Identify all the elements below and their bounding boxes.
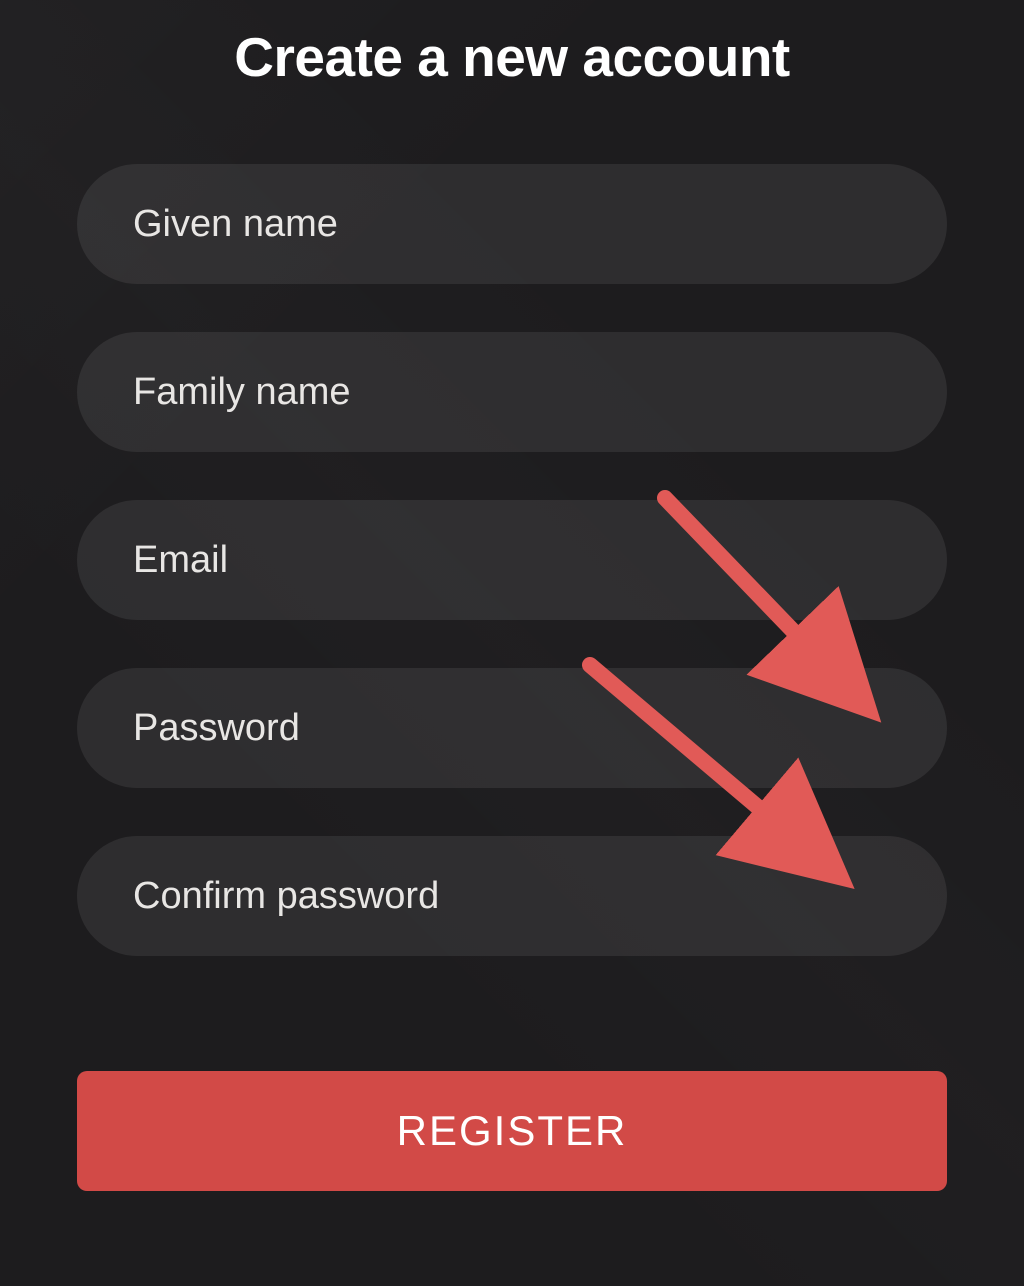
- password-input[interactable]: [77, 668, 947, 788]
- page-title: Create a new account: [234, 25, 789, 89]
- confirm-password-input[interactable]: [77, 836, 947, 956]
- given-name-input[interactable]: [77, 164, 947, 284]
- registration-form: [77, 164, 947, 956]
- register-button[interactable]: REGISTER: [77, 1071, 947, 1191]
- family-name-input[interactable]: [77, 332, 947, 452]
- email-input[interactable]: [77, 500, 947, 620]
